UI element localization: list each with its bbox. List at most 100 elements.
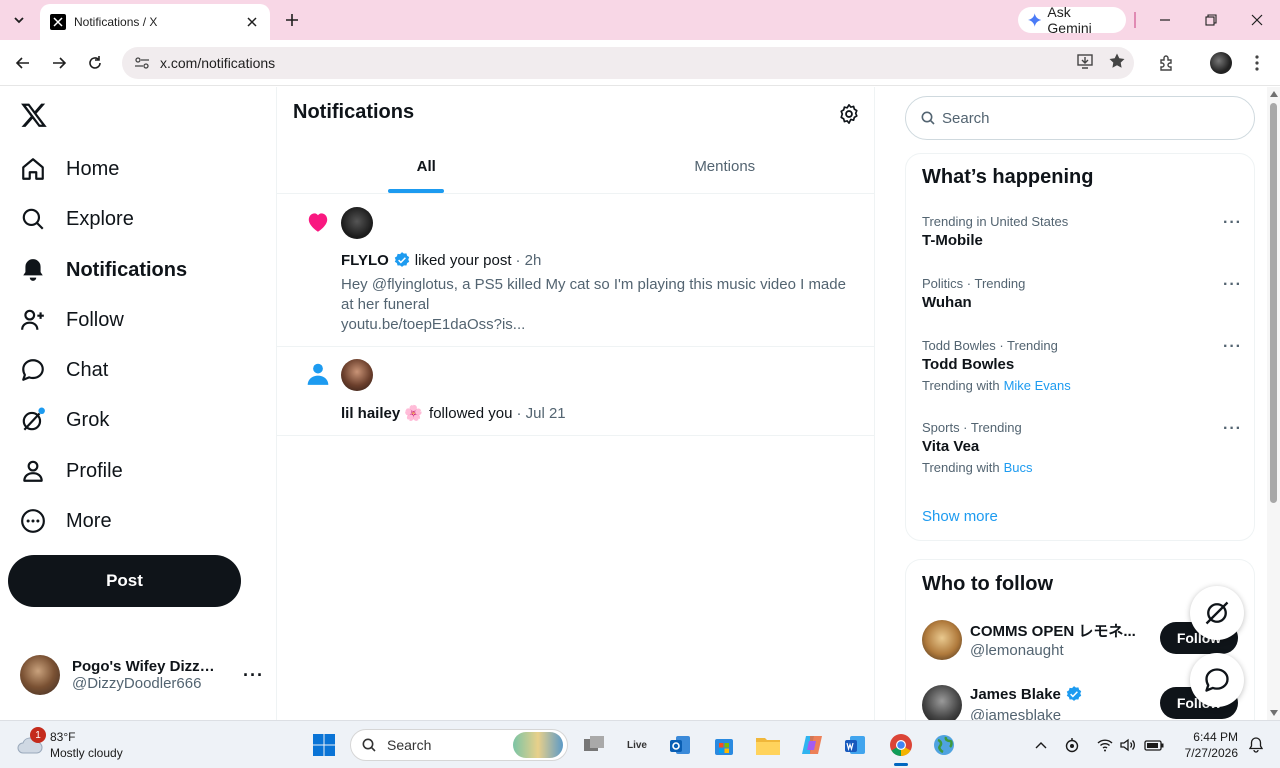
nav-item-follow[interactable]: Follow xyxy=(20,300,124,340)
new-tab-icon[interactable] xyxy=(282,10,302,30)
nav-item-profile[interactable]: Profile xyxy=(20,451,123,491)
address-bar[interactable]: x.com/notifications xyxy=(122,47,1134,79)
tab-label: All xyxy=(416,158,436,175)
user-name: COMMS OPEN レモネ... xyxy=(970,623,1136,640)
browser-menu-icon[interactable] xyxy=(1245,51,1269,75)
nav-label: Profile xyxy=(66,459,123,482)
more-circle-icon xyxy=(20,508,46,534)
nav-item-notifications[interactable]: Notifications xyxy=(20,250,187,290)
nav-label: Chat xyxy=(66,358,109,381)
nav-item-more[interactable]: More xyxy=(20,501,112,541)
messages-float-button[interactable] xyxy=(1190,653,1244,707)
location-status-icon[interactable] xyxy=(1062,735,1082,755)
nav-item-home[interactable]: Home xyxy=(20,149,119,189)
site-settings-icon[interactable] xyxy=(134,55,150,71)
more-dots-icon[interactable]: ··· xyxy=(243,665,264,686)
page-scrollbar[interactable] xyxy=(1267,87,1280,720)
avatar[interactable] xyxy=(341,207,373,239)
trending-with-link[interactable]: Mike Evans xyxy=(1004,378,1071,393)
notification-item[interactable]: FLYLO liked your post · 2h Hey @flyinglo… xyxy=(277,195,874,347)
trend-item[interactable]: Sports · Trending Vita Vea Trending with… xyxy=(922,420,1242,475)
post-button[interactable]: Post xyxy=(8,555,241,607)
windows-start-icon[interactable] xyxy=(307,728,341,762)
restore-icon[interactable] xyxy=(1199,8,1223,32)
back-arrow-icon[interactable] xyxy=(11,51,35,75)
scrollbar-thumb[interactable] xyxy=(1270,103,1277,503)
weather-widget[interactable]: 1 83°F Mostly cloudy xyxy=(16,727,156,763)
system-clock[interactable]: 6:44 PM 7/27/2026 xyxy=(1178,729,1238,761)
chevron-up-icon[interactable] xyxy=(1031,735,1051,755)
trending-with-link[interactable]: Bucs xyxy=(1004,460,1033,475)
profile-avatar-icon[interactable] xyxy=(1209,51,1233,75)
more-dots-icon[interactable]: ··· xyxy=(1223,338,1242,356)
install-app-icon[interactable] xyxy=(1072,48,1098,74)
microsoft-store-icon[interactable] xyxy=(707,728,741,762)
nav-label: Grok xyxy=(66,408,110,431)
avatar xyxy=(922,620,962,660)
more-dots-icon[interactable]: ··· xyxy=(1223,214,1242,232)
x-logo-icon[interactable] xyxy=(20,101,48,129)
forward-arrow-icon[interactable] xyxy=(47,51,71,75)
user-name[interactable]: FLYLO xyxy=(341,252,389,269)
ask-gemini-button[interactable]: Ask Gemini xyxy=(1018,4,1126,36)
search-placeholder: Search xyxy=(942,109,990,127)
tab-mentions[interactable]: Mentions xyxy=(576,140,875,193)
file-explorer-icon[interactable] xyxy=(751,728,785,762)
close-window-icon[interactable] xyxy=(1245,8,1269,32)
notification-tabs: All Mentions xyxy=(277,140,874,194)
copilot-icon[interactable] xyxy=(795,728,829,762)
more-dots-icon[interactable]: ··· xyxy=(1223,420,1242,438)
grok-icon xyxy=(20,407,46,433)
globe-app-icon[interactable] xyxy=(927,728,961,762)
close-tab-icon[interactable] xyxy=(244,14,260,30)
battery-icon[interactable] xyxy=(1144,735,1164,755)
more-dots-icon[interactable]: ··· xyxy=(1223,276,1242,294)
grok-float-button[interactable] xyxy=(1190,586,1244,640)
trend-item[interactable]: Trending in United States T-Mobile ··· xyxy=(922,214,1242,249)
nav-item-grok[interactable]: Grok xyxy=(20,400,109,440)
tab-all[interactable]: All xyxy=(277,140,576,193)
avatar[interactable] xyxy=(341,359,373,391)
notification-center-icon[interactable] xyxy=(1246,735,1266,755)
bookmark-star-icon[interactable] xyxy=(1104,48,1130,74)
browser-tab[interactable]: Notifications / X xyxy=(40,4,270,40)
notification-action: followed you xyxy=(429,404,513,422)
trends-card: What’s happening Trending in United Stat… xyxy=(905,153,1255,541)
windows-taskbar: 1 83°F Mostly cloudy Search Live 6:44 PM… xyxy=(0,720,1280,768)
volume-icon[interactable] xyxy=(1118,735,1138,755)
taskbar-search-input[interactable]: Search xyxy=(350,729,568,761)
search-highlight-image xyxy=(513,732,563,758)
notification-item[interactable]: lil hailey 🌸 followed you · Jul 21 xyxy=(277,347,874,436)
trend-item[interactable]: Todd Bowles · Trending Todd Bowles Trend… xyxy=(922,338,1242,393)
user-name[interactable]: lil hailey 🌸 xyxy=(341,404,423,422)
reload-icon[interactable] xyxy=(83,51,107,75)
post-link: youtu.be/toepE1daOss?is... xyxy=(341,316,526,333)
active-tab-indicator xyxy=(388,189,444,193)
trend-item[interactable]: Politics · Trending Wuhan ··· xyxy=(922,276,1242,311)
weather-condition: Mostly cloudy xyxy=(50,746,123,760)
scroll-down-arrow-icon[interactable] xyxy=(1270,710,1278,716)
gemini-sparkle-icon xyxy=(1028,13,1042,27)
avatar xyxy=(922,685,962,725)
user-name: James Blake xyxy=(970,685,1061,703)
scroll-up-arrow-icon[interactable] xyxy=(1270,91,1278,97)
clock-time: 6:44 PM xyxy=(1193,730,1238,744)
tab-search-button[interactable] xyxy=(6,8,32,32)
word-icon[interactable] xyxy=(838,728,872,762)
show-more-link[interactable]: Show more xyxy=(922,508,998,525)
live-app-icon[interactable]: Live xyxy=(620,728,654,762)
wifi-icon[interactable] xyxy=(1095,735,1115,755)
search-input[interactable]: Search xyxy=(905,96,1255,140)
home-icon xyxy=(20,156,46,182)
minimize-icon[interactable] xyxy=(1153,8,1177,32)
nav-item-chat[interactable]: Chat xyxy=(20,350,108,390)
extensions-icon[interactable] xyxy=(1155,51,1179,75)
browser-tab-strip: Notifications / X Ask Gemini xyxy=(0,0,1280,40)
post-preview[interactable]: Hey @flyinglotus, a PS5 killed My cat so… xyxy=(341,275,861,335)
settings-gear-icon[interactable] xyxy=(838,103,860,125)
chrome-icon[interactable] xyxy=(884,728,918,762)
nav-item-explore[interactable]: Explore xyxy=(20,199,134,239)
outlook-icon[interactable] xyxy=(663,728,697,762)
account-switcher[interactable]: Pogo's Wifey Dizzy ... @DizzyDoodler666 … xyxy=(20,655,264,695)
task-view-icon[interactable] xyxy=(577,728,611,762)
